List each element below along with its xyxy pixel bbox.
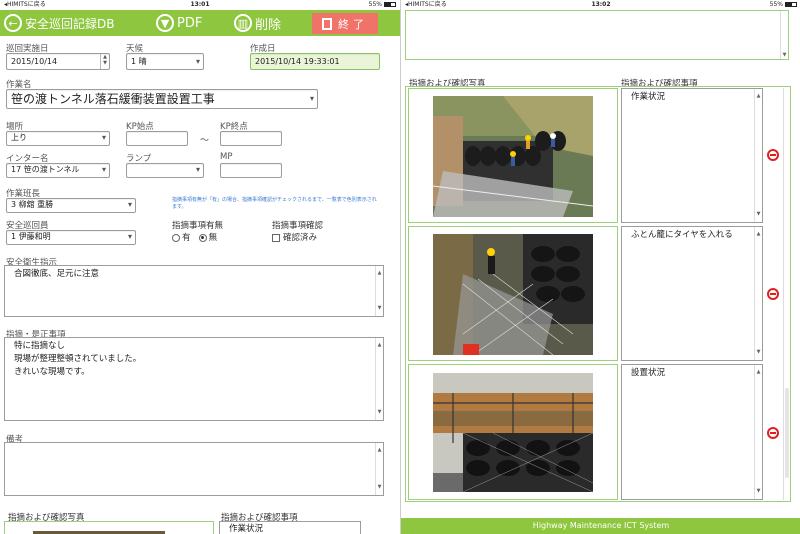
safety-text: 合図徹底、足元に注意: [14, 269, 100, 279]
issues-confirm-label: 指摘事項確認: [272, 221, 324, 231]
notes-scrollbar[interactable]: ▼: [780, 11, 788, 59]
issues-yes-radio[interactable]: [172, 233, 180, 242]
remove-row-icon[interactable]: [767, 427, 779, 439]
pdf-label: PDF: [177, 15, 203, 31]
exit-door-icon: [322, 17, 332, 30]
place-select[interactable]: 上り: [6, 131, 110, 146]
table-scrollbar[interactable]: [783, 88, 789, 500]
confirm-checkbox-label: 確認済み: [283, 233, 318, 243]
gabion-tire-installation-photo[interactable]: [433, 234, 593, 355]
item-textarea[interactable]: 設置状況 ▲ ▼: [621, 364, 763, 500]
ramp-select[interactable]: [126, 163, 204, 178]
correction-line: 現場が整理整頓されていました。: [14, 354, 142, 364]
pdf-button[interactable]: ▼ PDF: [156, 12, 202, 34]
photo-cell: [408, 226, 618, 361]
issues-flag-radio-group: 有 無: [172, 231, 217, 243]
notes-textarea[interactable]: ▲ ▼: [4, 442, 384, 496]
battery-percent: 55%: [368, 1, 382, 8]
photo-image: [433, 96, 593, 217]
mp-field[interactable]: [220, 163, 282, 178]
patrol-date-field[interactable]: 2015/10/14 ▲ ▼: [6, 53, 110, 70]
corrections-textarea[interactable]: 特に指摘なし 現場が整理整頓されていました。 きれいな現場です。 ▲ ▼: [4, 337, 384, 421]
battery-indicator: 55%: [770, 0, 797, 10]
battery-icon: [785, 2, 797, 7]
table-scrollbar-thumb[interactable]: [785, 388, 789, 478]
kp-separator: ～: [200, 136, 210, 146]
status-bar: ◂HIMITSに戻る 13:01 55%: [0, 0, 400, 10]
delete-button[interactable]: ▥ 削除: [234, 12, 281, 34]
issues-no-radio[interactable]: [198, 233, 207, 242]
status-time: 13:01: [190, 1, 210, 8]
end-label: 終了: [338, 17, 368, 31]
item-text: ふとん籠にタイヤを入れる: [631, 230, 733, 240]
confirm-checkbox-box[interactable]: [272, 233, 280, 242]
photo-image: [433, 234, 593, 355]
patrol-date-value: 2015/10/14: [11, 57, 58, 66]
date-stepper[interactable]: ▲ ▼: [100, 54, 109, 69]
correction-line: きれいな現場です。: [14, 367, 90, 377]
interchange-select[interactable]: 17 笹の渡トンネル: [6, 163, 110, 178]
photo-cell: [4, 521, 214, 534]
item-text: 作業状況: [631, 92, 666, 102]
safety-textarea[interactable]: 合図徹底、足元に注意 ▲ ▼: [4, 265, 384, 317]
mp-label: MP: [220, 152, 233, 162]
remove-row-icon[interactable]: [767, 149, 779, 161]
pdf-icon: ▼: [156, 14, 174, 32]
right-screen: ◂HIMITSに戻る 13:02 55% ▼ 指摘および確認写真 指摘および確認…: [400, 0, 800, 534]
issues-yes-label: 有: [182, 233, 191, 243]
item-textarea[interactable]: 作業状況 ▲ ▼: [621, 88, 763, 223]
inspector-select[interactable]: 1 伊藤和明: [6, 230, 136, 245]
left-screen: ◂HIMITSに戻る 13:01 55% ← 安全巡回記録DB ▼ PDF ▥ …: [0, 0, 400, 534]
construction-site-tires-photo[interactable]: [433, 96, 593, 217]
installed-barrier-photo[interactable]: [433, 373, 593, 492]
battery-indicator: 55%: [369, 0, 396, 10]
issues-hint-text: 指摘事項有無が「有」の場合、指摘事項確認がチェックされるまで、一覧表で色別表示さ…: [172, 197, 377, 210]
status-bar: ◂HIMITSに戻る 13:02 55%: [401, 0, 800, 10]
item-scrollbar[interactable]: ▲ ▼: [754, 365, 762, 499]
kp-start-field[interactable]: [126, 131, 188, 146]
item-scrollbar[interactable]: ▲ ▼: [754, 89, 762, 222]
created-date-field: 2015/10/14 19:33:01: [250, 53, 380, 70]
weather-select[interactable]: 1 晴: [126, 53, 204, 70]
work-name-select[interactable]: 笹の渡トンネル落石緩衝装置設置工事: [6, 89, 318, 109]
end-button[interactable]: 終了: [312, 13, 378, 34]
bottom-item-text: 作業状況: [229, 524, 264, 534]
issues-confirm-checkbox[interactable]: 確認済み: [272, 231, 317, 243]
item-scrollbar[interactable]: ▲ ▼: [754, 227, 762, 360]
item-text: 設置状況: [631, 368, 666, 378]
item-textarea[interactable]: ふとん籠にタイヤを入れる ▲ ▼: [621, 226, 763, 361]
app-toolbar: ← 安全巡回記録DB ▼ PDF ▥ 削除 終了: [0, 10, 400, 36]
battery-icon: [384, 2, 396, 7]
leader-select[interactable]: 3 柳舘 重勝: [6, 198, 136, 213]
status-time: 13:02: [591, 1, 611, 8]
correction-line: 特に指摘なし: [14, 341, 66, 351]
kp-end-field[interactable]: [220, 131, 282, 146]
footer-bar: Highway Maintenance ICT System: [401, 518, 800, 534]
back-button[interactable]: ← 安全巡回記録DB: [4, 12, 114, 34]
safety-scrollbar[interactable]: ▲ ▼: [375, 266, 383, 316]
bottom-item-textarea[interactable]: 作業状況: [219, 521, 361, 534]
photo-cell: [408, 88, 618, 223]
corrections-scrollbar[interactable]: ▲ ▼: [375, 338, 383, 420]
photo-image: [433, 373, 593, 492]
issues-no-label: 無: [208, 233, 218, 243]
battery-percent: 55%: [769, 1, 783, 8]
notes-textarea-continued[interactable]: ▼: [405, 10, 789, 60]
delete-label: 削除: [255, 17, 282, 33]
back-arrow-icon: ←: [4, 14, 22, 32]
issues-flag-label: 指摘事項有無: [172, 221, 224, 231]
notes-scrollbar[interactable]: ▲ ▼: [375, 443, 383, 495]
photo-cell: [408, 364, 618, 500]
remove-row-icon[interactable]: [767, 288, 779, 300]
trash-icon: ▥: [234, 14, 252, 32]
app-title: 安全巡回記録DB: [25, 16, 115, 31]
